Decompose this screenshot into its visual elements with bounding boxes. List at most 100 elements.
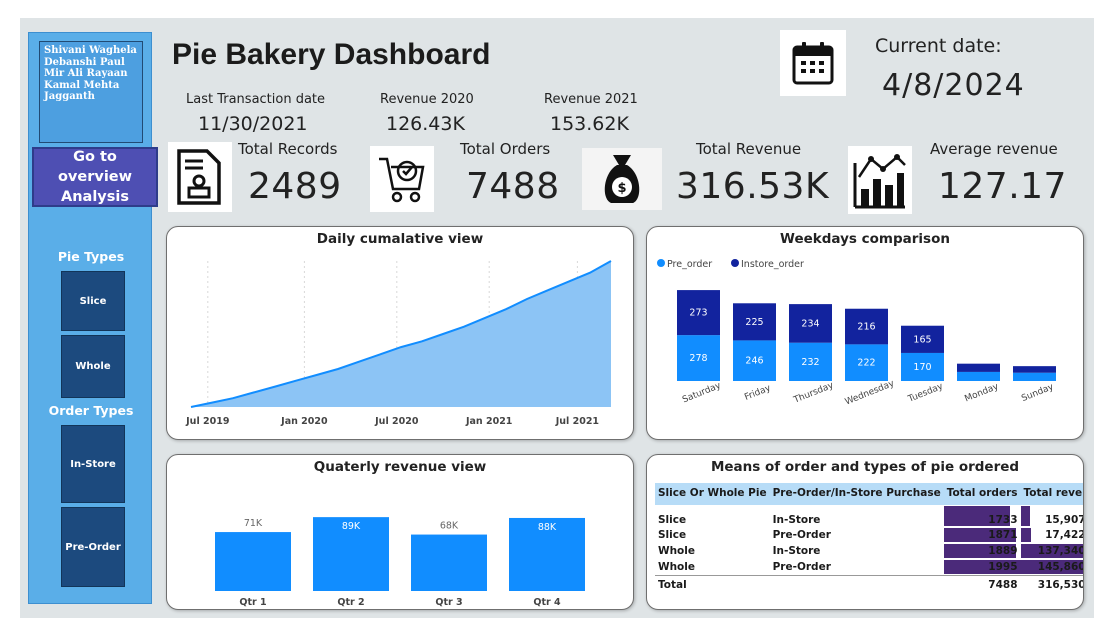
revenue-2020-value: 126.43K xyxy=(386,113,465,135)
cell-value: 1733 xyxy=(988,514,1018,526)
table-row: Whole Pre-Order 1995 145,860.00 xyxy=(655,559,1083,575)
total-records-label: Total Records xyxy=(238,140,338,158)
means-table: Slice Or Whole Pie Pre-Order/In-Store Pu… xyxy=(655,483,1083,592)
bar-data-label: 216 xyxy=(857,322,875,333)
col-header-orders[interactable]: Total orders xyxy=(943,483,1021,505)
calendar-icon xyxy=(780,30,846,96)
bar-data-label: 225 xyxy=(745,317,763,328)
table-cell: Pre-Order xyxy=(772,560,831,573)
cell-value: 145,860.00 xyxy=(1037,560,1083,573)
cell-value: 17,422.50 xyxy=(1045,529,1083,541)
order-types-heading: Order Types xyxy=(48,403,134,418)
last-transaction-value: 11/30/2021 xyxy=(198,113,308,135)
x-tick-label: Jan 2021 xyxy=(465,416,512,427)
total-revenue-value: 316.53K xyxy=(676,166,830,207)
slicer-pre-order[interactable]: Pre-Order xyxy=(61,507,125,587)
col-header-revenue[interactable]: Total revenue xyxy=(1020,483,1083,505)
bar-pre-order xyxy=(957,371,1000,381)
total-records-value: 2489 xyxy=(248,166,342,207)
current-date-label: Current date: xyxy=(875,35,1002,57)
table-cell: 1889 xyxy=(943,543,1021,559)
team-names: Shivani Waghela Debanshi Paul Mir Ali Ra… xyxy=(39,41,143,143)
x-tick-label: Qtr 3 xyxy=(435,597,462,608)
x-tick-label: Monday xyxy=(963,382,1000,405)
bar-instore-order xyxy=(957,363,1000,372)
bar-instore-order xyxy=(1013,366,1056,373)
goto-overview-button[interactable]: Go to overview Analysis xyxy=(32,147,158,207)
table-cell: 145,860.00 xyxy=(1020,559,1083,575)
quarterly-chart: 71K Qtr 1 89K Qtr 2 68K Qtr 3 88K Qtr 4 xyxy=(215,517,585,608)
table-cell: 1871 xyxy=(943,527,1021,543)
pie-types-heading: Pie Types xyxy=(57,249,125,264)
table-cell: Slice xyxy=(658,529,687,541)
cell-value: 1889 xyxy=(988,545,1018,557)
table-row: Slice In-Store 1733 15,907.50 xyxy=(655,505,1083,527)
means-table-title: Means of order and types of pie ordered xyxy=(710,459,1020,475)
legend-label: Pre_order xyxy=(667,259,712,270)
cell-value: 15,907.50 xyxy=(1045,514,1083,526)
table-cell: Slice xyxy=(658,514,687,526)
daily-cumulative-card: Daily cumalative view Jul 2019 Jan 2020 Ju… xyxy=(166,226,634,440)
cell-value: 1995 xyxy=(988,560,1018,573)
slicer-slice[interactable]: Slice xyxy=(61,271,125,331)
table-row: Slice Pre-Order 1871 17,422.50 xyxy=(655,527,1083,543)
bar-quarter xyxy=(215,532,291,591)
cell-value: 1871 xyxy=(988,529,1018,541)
last-transaction-label: Last Transaction date xyxy=(186,92,326,107)
x-tick-label: Friday xyxy=(743,383,773,403)
table-total-row: Total 7488316,530.00 xyxy=(655,574,1083,592)
table-cell: In-Store xyxy=(772,545,821,557)
bar-data-label: 222 xyxy=(857,358,875,369)
table-cell: In-Store xyxy=(772,514,821,526)
means-table-card: Means of order and types of pie ordered … xyxy=(646,454,1084,610)
bar-data-label: 234 xyxy=(801,318,819,329)
average-revenue-label: Average revenue xyxy=(930,140,1058,158)
slicer-in-store[interactable]: In-Store xyxy=(61,425,125,503)
chart-icon xyxy=(848,146,912,214)
data-bar xyxy=(1020,528,1031,542)
x-tick-label: Qtr 4 xyxy=(533,597,561,608)
sidebar: Shivani Waghela Debanshi Paul Mir Ali Ra… xyxy=(28,32,158,604)
col-header-purchase[interactable]: Pre-Order/In-Store Purchase xyxy=(769,483,944,505)
bar-data-label: 71K xyxy=(244,518,263,529)
table-cell: 17,422.50 xyxy=(1020,527,1083,543)
bar-data-label: 246 xyxy=(745,356,763,367)
table-cell: 316,530.00 xyxy=(1020,574,1083,592)
x-tick-label: Wednesday xyxy=(844,378,897,407)
dashboard-canvas: Shivani Waghela Debanshi Paul Mir Ali Ra… xyxy=(20,18,1094,618)
table-cell: 15,907.50 xyxy=(1020,505,1083,527)
x-tick-label: Qtr 2 xyxy=(337,597,364,608)
bar-pre-order xyxy=(1013,372,1056,381)
bar-data-label: 89K xyxy=(342,521,361,532)
cell-value: 137,340.00 xyxy=(1037,545,1083,557)
x-tick-label: Qtr 1 xyxy=(239,597,266,608)
data-bar xyxy=(1020,506,1030,526)
table-cell: 1733 xyxy=(943,505,1021,527)
quarterly-card: Quaterly revenue view 71K Qtr 1 89K Qtr 2 68… xyxy=(166,454,634,610)
revenue-2021-value: 153.62K xyxy=(550,113,629,135)
revenue-2020-label: Revenue 2020 xyxy=(380,92,474,107)
col-header-pie[interactable]: Slice Or Whole Pie xyxy=(655,483,770,505)
current-date-value: 4/8/2024 xyxy=(882,68,1025,103)
table-cell: Whole xyxy=(658,545,695,557)
x-tick-label: Jul 2020 xyxy=(374,416,419,427)
table-cell xyxy=(769,574,944,592)
money-bag-icon: $ xyxy=(582,148,662,210)
table-row: Whole In-Store 1889 137,340.00 xyxy=(655,543,1083,559)
svg-text:$: $ xyxy=(617,181,626,196)
area-fill xyxy=(191,261,611,407)
bar-data-label: 170 xyxy=(913,362,931,373)
x-tick-label: Jan 2020 xyxy=(280,416,328,427)
slicer-whole[interactable]: Whole xyxy=(61,335,125,398)
bar-data-label: 232 xyxy=(801,357,819,368)
bar-data-label: 273 xyxy=(689,308,707,319)
table-cell: Total xyxy=(655,574,770,592)
x-tick-label: Sunday xyxy=(1020,382,1056,404)
table-cell: 1995 xyxy=(943,559,1021,575)
bar-quarter xyxy=(411,534,487,591)
records-icon xyxy=(168,142,232,212)
total-orders-value: 7488 xyxy=(466,166,560,207)
table-cell: Whole xyxy=(658,560,695,573)
x-tick-label: Jul 2019 xyxy=(185,416,229,427)
legend-marker xyxy=(731,259,739,267)
